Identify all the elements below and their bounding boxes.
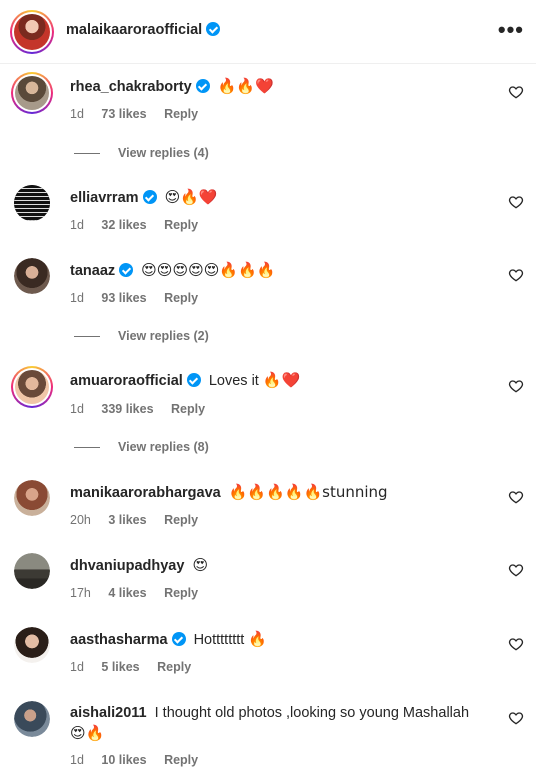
comment-text: 😍🔥❤️ — [164, 188, 218, 206]
view-replies-button[interactable]: View replies (4) — [74, 146, 209, 160]
verified-badge-icon — [119, 263, 134, 277]
heart-outline-icon[interactable] — [508, 489, 524, 505]
comment-text: 🔥🔥🔥🔥🔥stunning — [228, 483, 388, 501]
comment-time: 20h — [70, 513, 91, 527]
heart-outline-icon[interactable] — [508, 562, 524, 578]
verified-badge-icon — [171, 632, 186, 646]
reply-button[interactable]: Reply — [164, 513, 198, 527]
avatar[interactable] — [14, 553, 50, 589]
reply-button[interactable]: Reply — [171, 402, 205, 416]
comment-emoji: 🔥❤️ — [262, 371, 301, 389]
comment-text: 😍 — [192, 556, 209, 574]
comment-text: Hotttttttt — [193, 632, 245, 648]
comment-likes[interactable]: 5 likes — [101, 660, 139, 674]
heart-outline-icon[interactable] — [508, 84, 524, 100]
comment-text: Loves it — [208, 373, 259, 389]
avatar[interactable] — [14, 480, 50, 516]
comment-username[interactable]: dhvaniupadhyay — [70, 558, 184, 574]
verified-badge-icon — [186, 373, 201, 387]
comment-username[interactable]: elliavrram — [70, 190, 139, 206]
heart-outline-icon[interactable] — [508, 267, 524, 283]
post-author-avatar[interactable] — [10, 10, 54, 54]
comment-username[interactable]: rhea_chakraborty — [70, 79, 192, 95]
verified-badge-icon — [195, 79, 210, 93]
heart-outline-icon[interactable] — [508, 194, 524, 210]
comment-emoji: 🔥 — [248, 630, 268, 648]
comment-text: I thought old photos ,looking so young M… — [154, 705, 470, 721]
comment-likes[interactable]: 73 likes — [101, 107, 146, 121]
avatar[interactable] — [14, 627, 50, 663]
avatar[interactable] — [14, 258, 50, 294]
heart-outline-icon[interactable] — [508, 636, 524, 652]
comment-time: 1d — [70, 660, 84, 674]
comment-time: 1d — [70, 402, 84, 416]
comment-username[interactable]: amuaroraofficial — [70, 373, 183, 389]
avatar[interactable] — [11, 72, 53, 114]
comment-time: 17h — [70, 586, 91, 600]
comment-text: 😍😍😍😍😍🔥🔥🔥 — [141, 261, 276, 279]
reply-button[interactable]: Reply — [164, 586, 198, 600]
avatar[interactable] — [14, 185, 50, 221]
comment-username[interactable]: manikaarorabhargava — [70, 485, 221, 501]
comment-likes[interactable]: 10 likes — [101, 753, 146, 767]
comment-likes[interactable]: 4 likes — [108, 586, 146, 600]
comment-time: 1d — [70, 291, 84, 305]
comment-time: 1d — [70, 218, 84, 232]
comment-username[interactable]: aishali2011 — [70, 705, 147, 721]
reply-button[interactable]: Reply — [164, 107, 198, 121]
reply-button[interactable]: Reply — [164, 218, 198, 232]
comment-time: 1d — [70, 107, 84, 121]
view-replies-button[interactable]: View replies (2) — [74, 329, 209, 343]
reply-button[interactable]: Reply — [164, 753, 198, 767]
heart-outline-icon[interactable] — [508, 710, 524, 726]
heart-outline-icon[interactable] — [508, 378, 524, 394]
post-author-username[interactable]: malaikaaroraofficial — [66, 22, 221, 38]
comment-likes[interactable]: 3 likes — [108, 513, 146, 527]
comment-time: 1d — [70, 753, 84, 767]
reply-button[interactable]: Reply — [164, 291, 198, 305]
verified-badge-icon — [206, 22, 221, 36]
comment-text: 🔥🔥❤️ — [217, 77, 274, 95]
avatar[interactable] — [11, 366, 53, 408]
comment-likes[interactable]: 339 likes — [101, 402, 153, 416]
comment-username[interactable]: tanaaz — [70, 263, 115, 279]
comment-likes[interactable]: 93 likes — [101, 291, 146, 305]
comment-likes[interactable]: 32 likes — [101, 218, 146, 232]
more-options-icon[interactable]: ••• — [498, 19, 524, 41]
avatar[interactable] — [14, 701, 50, 737]
post-header: malaikaaroraofficial ••• — [0, 0, 536, 64]
verified-badge-icon — [142, 190, 157, 204]
comment-emoji: 😍🔥 — [70, 724, 105, 742]
comment-username[interactable]: aasthasharma — [70, 632, 168, 648]
reply-button[interactable]: Reply — [157, 660, 191, 674]
view-replies-button[interactable]: View replies (8) — [74, 440, 209, 454]
